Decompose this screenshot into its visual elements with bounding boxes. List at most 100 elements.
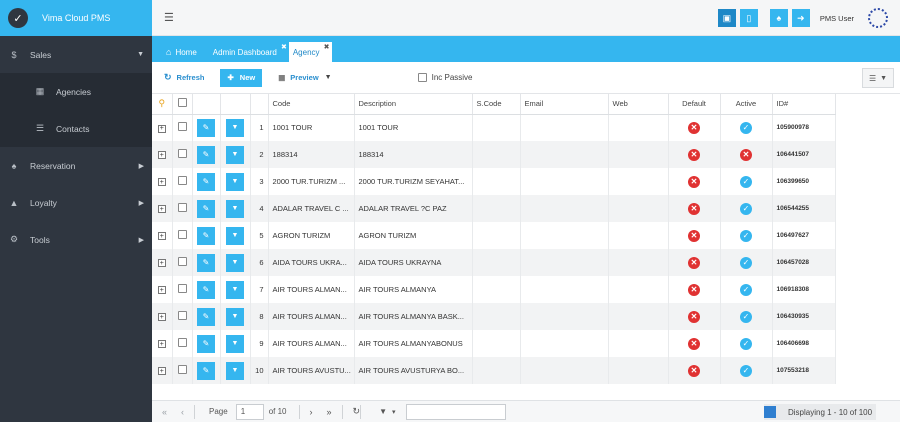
expand-icon[interactable]: + <box>157 286 166 295</box>
expand-icon[interactable]: + <box>157 205 166 214</box>
table-row[interactable]: + ✎ ▼ 5 AGRON TURIZM AGRON TURIZM ✕ ✓ 106497627 <box>152 222 836 249</box>
close-icon[interactable]: ✖ <box>324 43 330 51</box>
row-checkbox[interactable] <box>177 203 187 212</box>
edit-button[interactable]: ✎ <box>197 145 215 164</box>
mobile-view-button[interactable]: ▯ <box>739 9 758 27</box>
desktop-view-button[interactable]: ▣ <box>717 9 736 27</box>
edit-cell[interactable]: ✎ <box>192 330 221 357</box>
row-actions-button[interactable]: ▼ <box>226 334 244 353</box>
expand-icon[interactable]: + <box>157 340 166 349</box>
previous-page-icon[interactable]: ‹ <box>181 407 184 417</box>
inc-passive-toggle[interactable]: Inc Passive <box>417 73 473 82</box>
expand-cell[interactable]: + <box>152 141 173 168</box>
expand-cell[interactable]: + <box>152 357 173 384</box>
select-all-checkbox[interactable] <box>177 98 187 108</box>
edit-button[interactable]: ✎ <box>197 253 215 272</box>
page-number-input[interactable]: 1 <box>235 403 264 420</box>
expand-icon[interactable]: + <box>157 313 166 322</box>
table-row[interactable]: + ✎ ▼ 6 AIDA TOURS UKRA... AIDA TOURS UKRAYNA… <box>152 249 836 276</box>
column-header-description[interactable]: Description <box>354 94 473 115</box>
next-page-icon[interactable]: › <box>310 407 313 417</box>
select-cell[interactable] <box>172 168 193 195</box>
tab-admin-dashboard[interactable]: Admin Dashboard ✖ <box>209 42 289 62</box>
expand-icon[interactable]: + <box>157 367 166 376</box>
edit-cell[interactable]: ✎ <box>192 141 221 168</box>
refresh-button[interactable]: ↻ Refresh <box>164 72 204 83</box>
edit-cell[interactable]: ✎ <box>192 249 221 276</box>
edit-button[interactable]: ✎ <box>197 118 215 137</box>
expand-cell[interactable]: + <box>152 303 173 330</box>
edit-button[interactable]: ✎ <box>197 226 215 245</box>
expand-cell[interactable]: + <box>152 114 173 141</box>
actions-cell[interactable]: ▼ <box>220 357 251 384</box>
row-actions-button[interactable]: ▼ <box>226 226 244 245</box>
edit-cell[interactable]: ✎ <box>192 114 221 141</box>
edit-cell[interactable]: ✎ <box>192 222 221 249</box>
last-page-icon[interactable]: » <box>327 407 332 417</box>
select-cell[interactable] <box>172 114 193 141</box>
select-cell[interactable] <box>172 357 193 384</box>
close-icon[interactable]: ✖ <box>281 43 287 51</box>
select-cell[interactable] <box>172 303 193 330</box>
expand-cell[interactable]: + <box>152 195 173 222</box>
row-checkbox[interactable] <box>177 311 187 320</box>
table-row[interactable]: + ✎ ▼ 3 2000 TUR.TURIZM ... 2000 TUR.TURIZM S… <box>152 168 836 195</box>
actions-cell[interactable]: ▼ <box>220 114 251 141</box>
search-column-header[interactable]: ⚲ <box>152 94 173 115</box>
expand-icon[interactable]: + <box>157 151 166 160</box>
filter-input[interactable] <box>405 403 506 420</box>
expand-icon[interactable]: + <box>157 178 166 187</box>
actions-cell[interactable]: ▼ <box>220 303 251 330</box>
column-header-code[interactable]: Code <box>268 94 355 115</box>
table-row[interactable]: + ✎ ▼ 9 AIR TOURS ALMAN... AIR TOURS ALMANYAB… <box>152 330 836 357</box>
avatar[interactable] <box>868 8 888 28</box>
sidebar-item-contacts[interactable]: ☰ Contacts <box>0 110 152 147</box>
expand-icon[interactable]: + <box>157 259 166 268</box>
inc-passive-checkbox[interactable] <box>417 73 427 82</box>
actions-cell[interactable]: ▼ <box>220 330 251 357</box>
table-row[interactable]: + ✎ ▼ 2 188314 188314 ✕ ✕ 106441507 <box>152 141 836 168</box>
select-cell[interactable] <box>172 141 193 168</box>
hamburger-icon[interactable]: ☰ <box>164 11 174 24</box>
table-row[interactable]: + ✎ ▼ 8 AIR TOURS ALMAN... AIR TOURS ALMANYA … <box>152 303 836 330</box>
actions-cell[interactable]: ▼ <box>220 168 251 195</box>
edit-button[interactable]: ✎ <box>197 199 215 218</box>
column-header-active[interactable]: Active <box>720 94 773 115</box>
sidebar-item-reservation[interactable]: ♠ Reservation ▶ <box>0 147 152 184</box>
column-header-id[interactable]: ID# <box>772 94 836 115</box>
actions-cell[interactable]: ▼ <box>220 249 251 276</box>
expand-icon[interactable]: + <box>157 232 166 241</box>
column-header-scode[interactable]: S.Code <box>472 94 521 115</box>
table-row[interactable]: + ✎ ▼ 4 ADALAR TRAVEL C ... ADALAR TRAVEL ?C … <box>152 195 836 222</box>
select-cell[interactable] <box>172 195 193 222</box>
row-actions-button[interactable]: ▼ <box>226 199 244 218</box>
edit-button[interactable]: ✎ <box>197 361 215 380</box>
row-actions-button[interactable]: ▼ <box>226 361 244 380</box>
row-actions-button[interactable]: ▼ <box>226 145 244 164</box>
sidebar-item-sales[interactable]: $ Sales ▼ <box>0 36 152 73</box>
row-actions-button[interactable]: ▼ <box>226 253 244 272</box>
edit-button[interactable]: ✎ <box>197 172 215 191</box>
select-cell[interactable] <box>172 276 193 303</box>
logout-button[interactable]: ➜ <box>791 9 810 27</box>
edit-cell[interactable]: ✎ <box>192 276 221 303</box>
notifications-button[interactable]: ♠ <box>769 9 788 27</box>
table-row[interactable]: + ✎ ▼ 10 AIR TOURS AVUSTU... AIR TOURS AVUSTU… <box>152 357 836 384</box>
row-actions-button[interactable]: ▼ <box>226 118 244 137</box>
actions-cell[interactable]: ▼ <box>220 222 251 249</box>
edit-button[interactable]: ✎ <box>197 334 215 353</box>
column-header-email[interactable]: Email <box>520 94 609 115</box>
row-checkbox[interactable] <box>177 284 187 293</box>
select-cell[interactable] <box>172 330 193 357</box>
select-all-header[interactable] <box>172 94 193 115</box>
edit-cell[interactable]: ✎ <box>192 168 221 195</box>
sidebar-item-agencies[interactable]: ▦ Agencies <box>0 73 152 110</box>
preview-button[interactable]: ▦ Preview ▼ <box>278 73 331 82</box>
sidebar-item-loyalty[interactable]: ▲ Loyalty ▶ <box>0 184 152 221</box>
expand-cell[interactable]: + <box>152 249 173 276</box>
expand-cell[interactable]: + <box>152 222 173 249</box>
expand-icon[interactable]: + <box>157 124 166 133</box>
select-cell[interactable] <box>172 249 193 276</box>
column-header-web[interactable]: Web <box>608 94 669 115</box>
edit-cell[interactable]: ✎ <box>192 195 221 222</box>
